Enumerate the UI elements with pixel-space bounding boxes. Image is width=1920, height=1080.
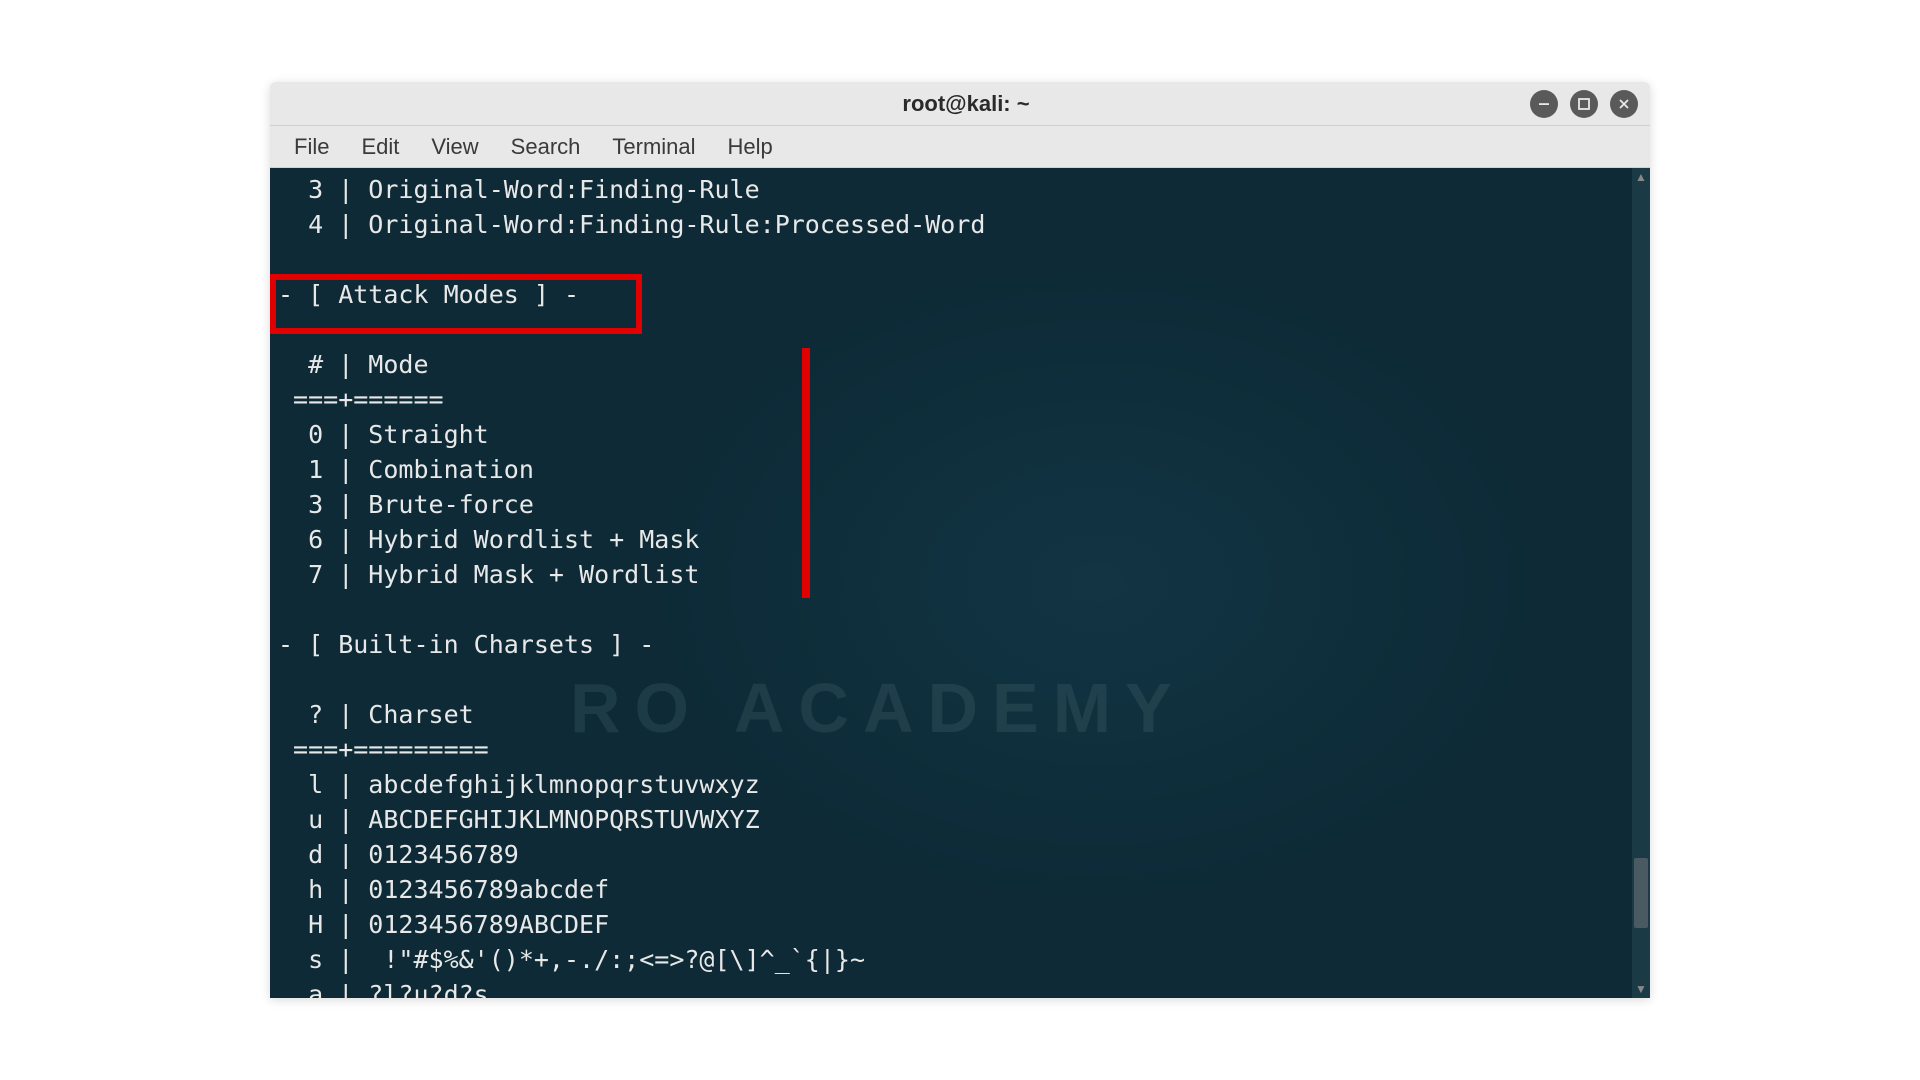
menu-edit[interactable]: Edit: [347, 128, 413, 166]
scroll-down-icon[interactable]: ▼: [1632, 980, 1650, 998]
menu-help[interactable]: Help: [714, 128, 787, 166]
scroll-up-icon[interactable]: ▲: [1632, 168, 1650, 186]
terminal-output: 3 | Original-Word:Finding-Rule 4 | Origi…: [270, 168, 1650, 998]
menu-search[interactable]: Search: [497, 128, 595, 166]
menubar: File Edit View Search Terminal Help: [270, 126, 1650, 168]
close-button[interactable]: [1610, 90, 1638, 118]
minimize-icon: [1537, 97, 1551, 111]
menu-file[interactable]: File: [280, 128, 343, 166]
menu-terminal[interactable]: Terminal: [598, 128, 709, 166]
scrollbar-thumb[interactable]: [1634, 858, 1648, 928]
maximize-icon: [1577, 97, 1591, 111]
close-icon: [1617, 97, 1631, 111]
terminal-area[interactable]: RO ACADEMY 3 | Original-Word:Finding-Rul…: [270, 168, 1650, 998]
maximize-button[interactable]: [1570, 90, 1598, 118]
vertical-scrollbar[interactable]: ▲ ▼: [1632, 168, 1650, 998]
minimize-button[interactable]: [1530, 90, 1558, 118]
terminal-window: root@kali: ~ File Edit View Search Termi…: [270, 82, 1650, 998]
titlebar: root@kali: ~: [270, 82, 1650, 126]
window-controls: [1530, 90, 1638, 118]
window-title: root@kali: ~: [402, 91, 1530, 117]
menu-view[interactable]: View: [417, 128, 492, 166]
